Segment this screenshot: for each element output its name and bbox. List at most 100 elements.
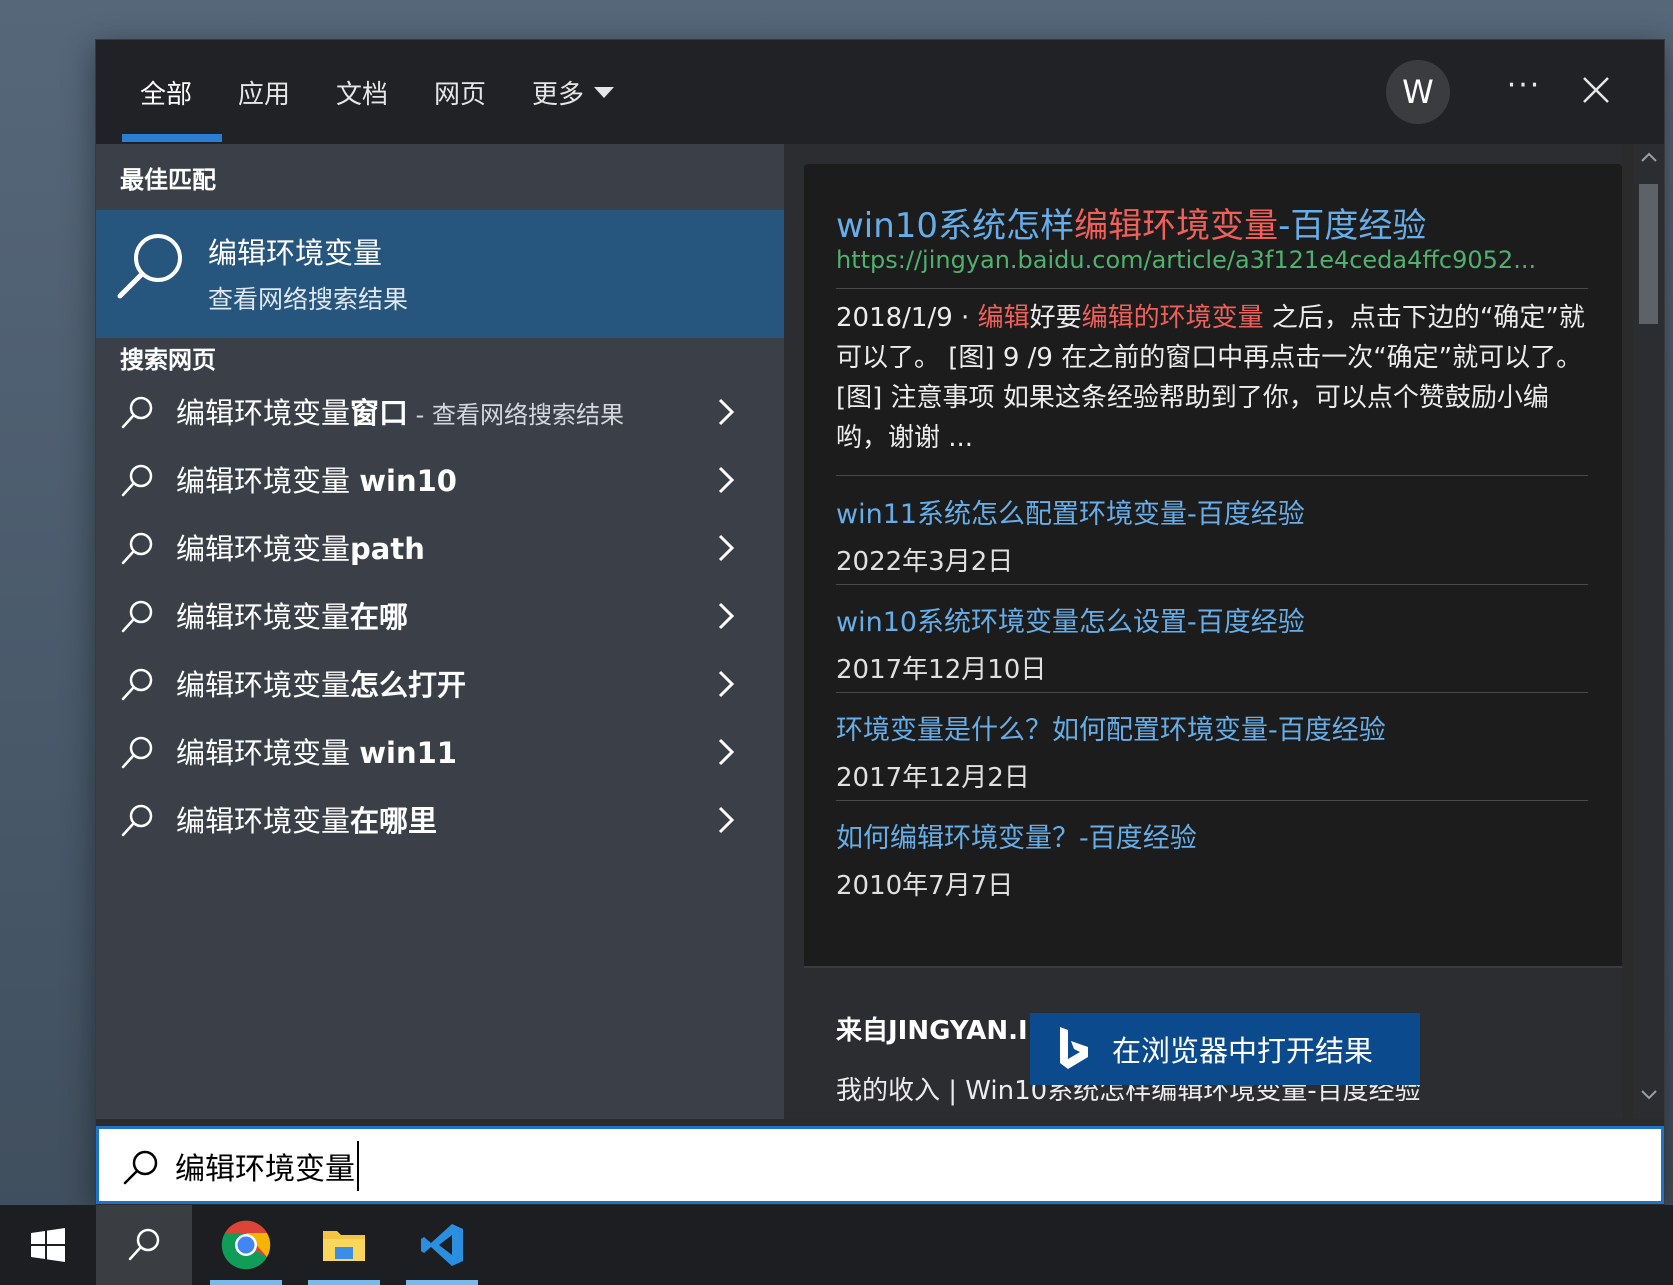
scroll-up-button[interactable] (1633, 150, 1664, 174)
divider (836, 800, 1588, 801)
scroll-down-button[interactable] (1633, 1088, 1664, 1112)
account-avatar[interactable]: W (1386, 60, 1450, 124)
suggestion-completion: 在哪 (350, 600, 409, 634)
suggestion-completion: path (350, 532, 425, 566)
suggestion-text: 编辑环境变量在哪 (176, 594, 408, 636)
chevron-right-icon[interactable] (716, 668, 736, 700)
search-icon (121, 464, 153, 497)
chevron-right-icon[interactable] (716, 396, 736, 428)
web-suggestion-item[interactable]: 编辑环境变量怎么打开 (96, 652, 784, 720)
suggestion-text: 编辑环境变量怎么打开 (176, 662, 466, 704)
related-result[interactable]: win11系统怎么配置环境变量-百度经验 2022年3月2日 (836, 492, 1588, 578)
suggestion-prefix: 编辑环境变量 (176, 736, 360, 770)
tab-apps[interactable]: 应用 (238, 74, 290, 110)
search-icon (121, 600, 153, 633)
snippet-text: 好要 (1029, 303, 1082, 333)
suggestion-hint: - 查看网络搜索结果 (408, 401, 624, 429)
divider (836, 692, 1588, 693)
related-result-title[interactable]: 环境变量是什么？如何配置环境变量-百度经验 (836, 708, 1588, 747)
related-result-date: 2022年3月2日 (836, 547, 1014, 577)
source-heading: 来自JINGYAN.I (836, 1016, 1028, 1046)
suggestion-completion: win10 (359, 464, 457, 498)
close-icon (1583, 77, 1609, 103)
search-box[interactable] (96, 1126, 1664, 1204)
result-snippet: 2018/1/9 · 编辑好要编辑的环境变量 之后，点击下边的“确定”就可以了。… (836, 298, 1596, 458)
web-suggestion-item[interactable]: 编辑环境变量path (96, 516, 784, 584)
snippet-highlight: 编辑 (977, 303, 1030, 333)
suggestion-text: 编辑环境变量path (176, 526, 425, 568)
close-button[interactable] (1568, 62, 1624, 118)
web-suggestion-item[interactable]: 编辑环境变量 win11 (96, 720, 784, 788)
divider (836, 288, 1588, 289)
running-indicator (406, 1280, 478, 1285)
file-explorer-icon (323, 1231, 365, 1261)
web-suggestion-item[interactable]: 编辑环境变量窗口 - 查看网络搜索结果 (96, 380, 784, 448)
result-title-highlight: 编辑环境变量 (1074, 206, 1279, 246)
related-result-title[interactable]: 如何编辑环境变量？-百度经验 (836, 816, 1588, 855)
tab-documents[interactable]: 文档 (336, 74, 388, 110)
bing-icon (1060, 1027, 1088, 1069)
suggestion-text: 编辑环境变量 win11 (176, 730, 457, 772)
related-result-title[interactable]: win11系统怎么配置环境变量-百度经验 (836, 492, 1588, 531)
search-window: 全部 应用 文档 网页 更多 W ··· 最佳匹配 编辑环境变量 查看网络搜索结… (96, 40, 1664, 1205)
search-icon (128, 1228, 160, 1261)
search-header: 全部 应用 文档 网页 更多 W ··· (96, 40, 1664, 144)
suggestion-text: 编辑环境变量 win10 (176, 458, 457, 500)
preview-panel: win10系统怎样编辑环境变量-百度经验 https://jingyan.bai… (784, 144, 1622, 1119)
search-input[interactable] (175, 1141, 1575, 1191)
related-result-date: 2017年12月10日 (836, 655, 1047, 685)
open-in-browser-button[interactable]: 在浏览器中打开结果 (1030, 1013, 1420, 1085)
result-url[interactable]: https://jingyan.baidu.com/article/a3f121… (836, 246, 1536, 274)
suggestion-text: 编辑环境变量在哪里 (176, 798, 437, 840)
preview-scrollbar[interactable] (1633, 144, 1664, 1119)
chevron-right-icon[interactable] (716, 804, 736, 836)
related-result[interactable]: 如何编辑环境变量？-百度经验 2010年7月7日 (836, 816, 1588, 902)
result-title-link[interactable]: win10系统怎样编辑环境变量-百度经验 (836, 198, 1426, 247)
taskbar-search-button[interactable] (96, 1205, 192, 1285)
related-result-date: 2010年7月7日 (836, 871, 1014, 901)
chevron-right-icon[interactable] (716, 532, 736, 564)
chrome-icon (221, 1220, 271, 1270)
chevron-right-icon[interactable] (716, 464, 736, 496)
taskbar (0, 1205, 1673, 1285)
taskbar-vscode[interactable] (394, 1205, 490, 1285)
divider (836, 584, 1588, 585)
chevron-down-icon (594, 87, 615, 98)
tab-web[interactable]: 网页 (434, 74, 486, 110)
more-options-button[interactable]: ··· (1496, 62, 1552, 118)
scrollbar-thumb[interactable] (1639, 184, 1658, 324)
suggestion-prefix: 编辑环境变量 (176, 464, 360, 498)
chevron-right-icon[interactable] (716, 600, 736, 632)
running-indicator (210, 1280, 282, 1285)
web-suggestion-item[interactable]: 编辑环境变量 win10 (96, 448, 784, 516)
tab-more[interactable]: 更多 (532, 74, 615, 110)
chevron-down-icon (1640, 1090, 1657, 1100)
web-suggestion-item[interactable]: 编辑环境变量在哪 (96, 584, 784, 652)
search-icon (121, 532, 153, 565)
search-icon (121, 668, 153, 701)
search-icon (123, 1150, 158, 1185)
best-match-item[interactable]: 编辑环境变量 查看网络搜索结果 (96, 210, 784, 338)
search-icon (121, 804, 153, 837)
best-match-subtitle: 查看网络搜索结果 (208, 285, 409, 314)
result-title-pre: win10系统怎样 (836, 206, 1075, 246)
suggestion-prefix: 编辑环境变量 (176, 396, 351, 430)
search-icon (121, 736, 153, 769)
chevron-up-icon (1640, 152, 1657, 162)
web-result-card: win10系统怎样编辑环境变量-百度经验 https://jingyan.bai… (804, 164, 1622, 966)
start-button[interactable] (0, 1205, 96, 1285)
web-suggestion-item[interactable]: 编辑环境变量在哪里 (96, 788, 784, 856)
related-result-date: 2017年12月2日 (836, 763, 1030, 793)
chevron-right-icon[interactable] (716, 736, 736, 768)
suggestion-completion: 怎么打开 (350, 668, 467, 702)
running-indicator (308, 1280, 380, 1285)
related-result[interactable]: 环境变量是什么？如何配置环境变量-百度经验 2017年12月2日 (836, 708, 1588, 794)
related-result-title[interactable]: win10系统环境变量怎么设置-百度经验 (836, 600, 1588, 639)
suggestion-prefix: 编辑环境变量 (176, 668, 351, 702)
tab-all[interactable]: 全部 (140, 74, 192, 110)
taskbar-chrome[interactable] (198, 1205, 294, 1285)
snippet-highlight: 编辑的环境变量 (1081, 303, 1264, 333)
tab-more-label: 更多 (532, 80, 585, 110)
related-result[interactable]: win10系统环境变量怎么设置-百度经验 2017年12月10日 (836, 600, 1588, 686)
taskbar-file-explorer[interactable] (296, 1205, 392, 1285)
